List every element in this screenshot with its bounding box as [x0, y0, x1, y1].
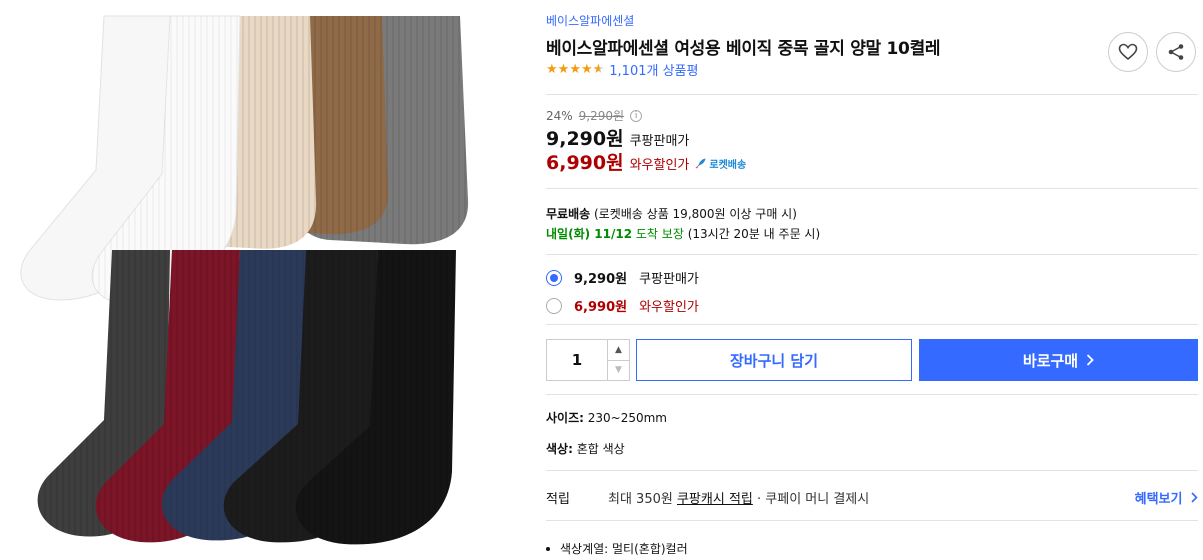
- info-icon[interactable]: i: [630, 109, 643, 122]
- divider: [546, 324, 1198, 325]
- rating-stars: ★ ★ ★ ★ ★: [546, 61, 605, 77]
- star-half-icon: ★: [592, 61, 605, 77]
- benefit-link-label: 혜택보기: [1134, 492, 1183, 507]
- product-title: 베이스알파에센셜 여성용 베이직 중목 골지 양말 10켤레: [546, 39, 941, 59]
- divider: [546, 520, 1198, 521]
- quantity-stepper[interactable]: 1 ▲ ▼: [546, 339, 630, 381]
- option-price: 9,290원: [574, 272, 628, 287]
- caret-down-icon[interactable]: ▼: [608, 359, 629, 381]
- buy-now-button[interactable]: 바로구매: [919, 339, 1198, 381]
- add-to-cart-button[interactable]: 장바구니 담기: [636, 339, 912, 381]
- reward-text: 최대 350원 쿠팡캐시 적립 · 쿠페이 머니 결제시: [608, 488, 869, 507]
- wow-price: 6,990원: [546, 152, 624, 174]
- divider: [546, 470, 1198, 471]
- wow-price-label: 와우할인가: [629, 158, 690, 173]
- color-label: 색상:: [546, 442, 573, 456]
- reward-suffix: · 쿠페이 머니 결제시: [757, 492, 870, 507]
- product-info: 베이스알파에센셜 베이스알파에센셜 여성용 베이직 중목 골지 양말 10켤레 …: [546, 0, 1198, 560]
- size-value: 230~250mm: [587, 411, 667, 425]
- rocket-badge: 로켓배송: [695, 156, 746, 171]
- free-shipping-detail: (로켓배송 상품 19,800원 이상 구매 시): [594, 207, 797, 221]
- wow-price-row: 6,990원 와우할인가 로켓배송: [546, 148, 746, 175]
- bullet: [546, 546, 550, 551]
- free-shipping: 무료배송 (로켓배송 상품 19,800원 이상 구매 시): [546, 205, 797, 222]
- star-icon: ★: [569, 61, 581, 77]
- size-attribute: 사이즈: 230~250mm: [546, 409, 667, 426]
- rocket-badge-label: 로켓배송: [709, 159, 747, 171]
- benefit-link[interactable]: 혜택보기: [1135, 488, 1198, 507]
- quantity-input[interactable]: 1: [547, 340, 607, 380]
- rating[interactable]: ★ ★ ★ ★ ★ 1,101개 상품평: [546, 60, 698, 79]
- color-value: 혼합 색상: [576, 442, 625, 456]
- reward-row: 적립 최대 350원 쿠팡캐시 적립 · 쿠페이 머니 결제시 혜택보기: [546, 488, 1198, 507]
- sale-price: 9,290원: [546, 128, 624, 150]
- rocket-icon: [695, 158, 706, 169]
- share-icon: [1168, 44, 1184, 60]
- option-label: 와우할인가: [639, 300, 699, 315]
- option-label: 쿠팡판매가: [639, 272, 699, 287]
- heart-icon: [1118, 43, 1138, 61]
- radio-unselected[interactable]: [546, 297, 562, 314]
- detail-text: 색상계열: 멀티(혼합)컬러: [560, 542, 688, 556]
- arrival-note: (13시간 20분 내 주문 시): [687, 227, 821, 241]
- share-button[interactable]: [1156, 32, 1196, 72]
- sale-price-label: 쿠팡판매가: [629, 134, 690, 149]
- divider: [546, 394, 1198, 395]
- arrival-date: 내일(화) 11/12: [546, 227, 633, 241]
- star-icon: ★: [580, 61, 593, 77]
- caret-up-icon[interactable]: ▲: [608, 340, 629, 360]
- divider: [546, 94, 1198, 95]
- reward-label: 적립: [546, 492, 570, 507]
- discount-row: 24% 9,290원 i: [546, 107, 643, 124]
- reward-amount: 최대 350원: [608, 492, 673, 507]
- size-label: 사이즈:: [546, 411, 584, 425]
- brand-link[interactable]: 베이스알파에센셜: [546, 12, 634, 29]
- wishlist-button[interactable]: [1108, 32, 1148, 72]
- star-icon: ★: [546, 61, 558, 77]
- option-sale-price[interactable]: 9,290원 쿠팡판매가: [546, 268, 699, 287]
- divider: [546, 188, 1198, 189]
- divider: [546, 254, 1198, 255]
- review-count-link[interactable]: 1,101개 상품평: [609, 60, 698, 79]
- color-attribute: 색상: 혼합 색상: [546, 440, 625, 457]
- chevron-right-icon: [1191, 492, 1198, 503]
- buy-now-label: 바로구매: [1022, 351, 1079, 370]
- sale-price-row: 9,290원 쿠팡판매가: [546, 124, 689, 151]
- arrival-guarantee: 도착 보장: [635, 227, 684, 241]
- detail-item: 색상계열: 멀티(혼합)컬러: [546, 540, 688, 557]
- option-wow-price[interactable]: 6,990원 와우할인가: [546, 296, 699, 315]
- arrival-info: 내일(화) 11/12 도착 보장 (13시간 20분 내 주문 시): [546, 225, 820, 242]
- original-price: 9,290원: [578, 109, 625, 123]
- radio-selected[interactable]: [546, 269, 562, 286]
- coupang-cash-link[interactable]: 쿠팡캐시 적립: [677, 492, 753, 507]
- star-icon: ★: [557, 61, 570, 77]
- socks-illustration: [20, 15, 469, 545]
- free-shipping-label: 무료배송: [546, 207, 591, 221]
- chevron-right-icon: [1086, 354, 1094, 366]
- option-price: 6,990원: [574, 300, 628, 315]
- quantity-buttons: ▲ ▼: [607, 340, 629, 380]
- product-image[interactable]: [0, 0, 520, 560]
- discount-rate: 24%: [546, 108, 573, 123]
